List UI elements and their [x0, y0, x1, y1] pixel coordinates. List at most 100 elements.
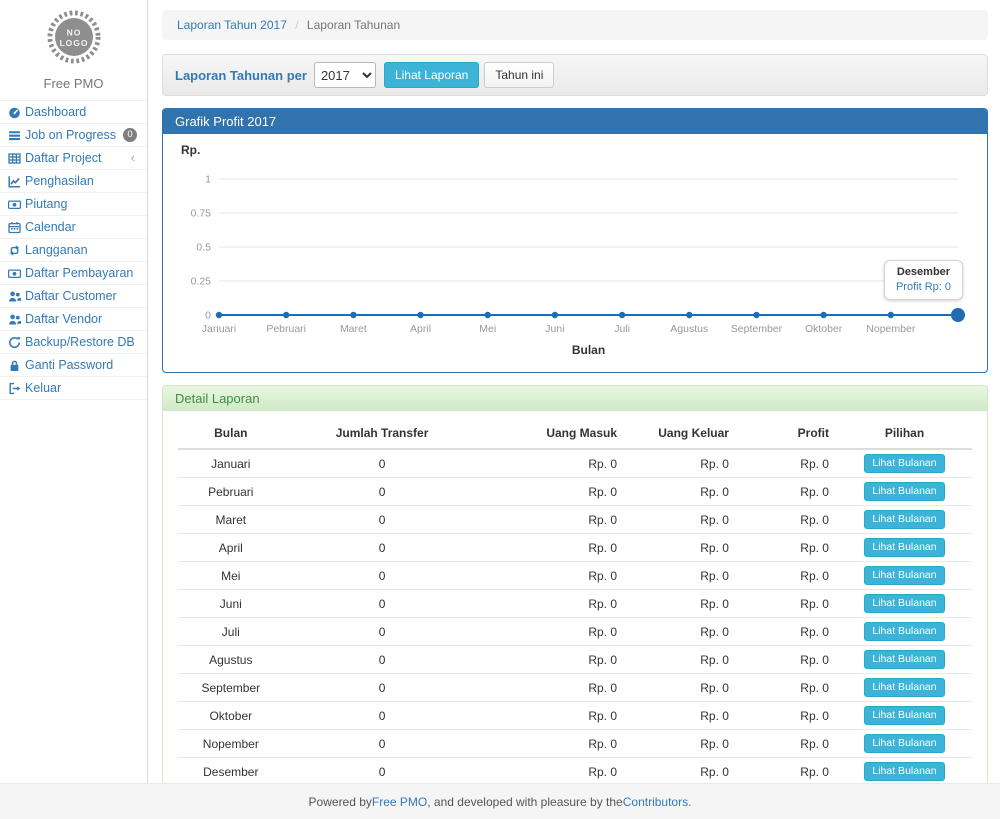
svg-text:Juni: Juni	[545, 323, 564, 335]
lihat-bulanan-button[interactable]: Lihat Bulanan	[864, 594, 944, 613]
footer: Powered by Free PMO , and developed with…	[0, 783, 1000, 819]
sidebar-item-daftar-vendor[interactable]: Daftar Vendor	[0, 308, 147, 331]
cell-uang_keluar: Rp. 0	[625, 506, 737, 534]
lihat-bulanan-button[interactable]: Lihat Bulanan	[864, 622, 944, 641]
main-layout: NOLOGO Free PMO DashboardJob on Progress…	[0, 0, 1000, 783]
footer-contributors-link[interactable]: Contributors.	[623, 795, 692, 809]
lihat-bulanan-button[interactable]: Lihat Bulanan	[864, 510, 944, 529]
sidebar-item-langganan[interactable]: Langganan	[0, 239, 147, 262]
dashboard-icon	[8, 106, 25, 119]
breadcrumb-link[interactable]: Laporan Tahun 2017	[177, 18, 287, 32]
svg-text:1: 1	[205, 174, 211, 186]
cell-bulan: September	[178, 674, 284, 702]
lihat-laporan-button[interactable]: Lihat Laporan	[384, 62, 479, 88]
cell-uang_keluar: Rp. 0	[625, 449, 737, 478]
cell-uang_masuk: Rp. 0	[481, 618, 626, 646]
cell-uang_keluar: Rp. 0	[625, 562, 737, 590]
svg-text:0.25: 0.25	[191, 276, 212, 288]
table-row: Juli0Rp. 0Rp. 0Rp. 0Lihat Bulanan	[178, 618, 972, 646]
sidebar-item-daftar-project[interactable]: Daftar Project‹	[0, 147, 147, 170]
cell-uang_keluar: Rp. 0	[625, 534, 737, 562]
retweet-icon	[8, 244, 25, 257]
sidebar-item-calendar[interactable]: Calendar	[0, 216, 147, 239]
lihat-bulanan-button[interactable]: Lihat Bulanan	[864, 706, 944, 725]
year-select[interactable]: 2017	[314, 62, 376, 88]
table-icon	[8, 152, 25, 165]
sidebar-item-label: Penghasilan	[25, 174, 141, 188]
page: NOLOGO Free PMO DashboardJob on Progress…	[0, 0, 1000, 819]
sidebar-item-label: Piutang	[25, 197, 141, 211]
sidebar-item-label: Daftar Pembayaran	[25, 266, 141, 280]
cell-profit: Rp. 0	[737, 506, 837, 534]
chart-panel-title: Grafik Profit 2017	[163, 109, 987, 134]
cell-pilihan: Lihat Bulanan	[837, 590, 972, 618]
lihat-bulanan-button[interactable]: Lihat Bulanan	[864, 454, 944, 473]
sidebar-item-label: Keluar	[25, 381, 141, 395]
cell-uang_masuk: Rp. 0	[481, 730, 626, 758]
svg-text:0.5: 0.5	[196, 242, 211, 254]
lihat-bulanan-button[interactable]: Lihat Bulanan	[864, 762, 944, 781]
cell-uang_masuk: Rp. 0	[481, 506, 626, 534]
svg-text:Rp.: Rp.	[181, 143, 200, 157]
cell-bulan: Oktober	[178, 702, 284, 730]
lihat-bulanan-button[interactable]: Lihat Bulanan	[864, 482, 944, 501]
svg-text:Juli: Juli	[614, 323, 630, 335]
lihat-bulanan-button[interactable]: Lihat Bulanan	[864, 566, 944, 585]
chart-tooltip: Desember Profit Rp: 0	[884, 260, 963, 300]
lock-icon	[8, 359, 25, 372]
lihat-bulanan-button[interactable]: Lihat Bulanan	[864, 650, 944, 669]
svg-text:Maret: Maret	[340, 323, 367, 335]
lihat-bulanan-button[interactable]: Lihat Bulanan	[864, 734, 944, 753]
users-icon	[8, 313, 25, 326]
cell-profit: Rp. 0	[737, 646, 837, 674]
sidebar-item-daftar-customer[interactable]: Daftar Customer	[0, 285, 147, 308]
svg-text:LOGO: LOGO	[59, 38, 88, 48]
sidebar-item-job-on-progress[interactable]: Job on Progress0	[0, 124, 147, 147]
tahun-ini-button[interactable]: Tahun ini	[484, 62, 554, 88]
sidebar-item-dashboard[interactable]: Dashboard	[0, 101, 147, 124]
no-logo-badge: NOLOGO	[45, 8, 103, 66]
cell-jumlah_transfer: 0	[284, 590, 481, 618]
table-row: Mei0Rp. 0Rp. 0Rp. 0Lihat Bulanan	[178, 562, 972, 590]
sidebar-item-backup-restore-db[interactable]: Backup/Restore DB	[0, 331, 147, 354]
cell-profit: Rp. 0	[737, 590, 837, 618]
svg-text:0: 0	[205, 310, 211, 322]
sidebar-item-piutang[interactable]: Piutang	[0, 193, 147, 216]
cell-jumlah_transfer: 0	[284, 758, 481, 786]
cell-profit: Rp. 0	[737, 478, 837, 506]
cell-uang_masuk: Rp. 0	[481, 758, 626, 786]
svg-text:Nopember: Nopember	[866, 323, 916, 335]
cell-jumlah_transfer: 0	[284, 534, 481, 562]
table-header-row: BulanJumlah TransferUang MasukUang Kelua…	[178, 417, 972, 449]
chevron-left-icon: ‹	[131, 153, 135, 163]
svg-text:Oktober: Oktober	[805, 323, 843, 335]
cell-uang_keluar: Rp. 0	[625, 618, 737, 646]
sidebar-item-penghasilan[interactable]: Penghasilan	[0, 170, 147, 193]
sidebar-item-label: Backup/Restore DB	[25, 335, 141, 349]
sidebar-item-ganti-password[interactable]: Ganti Password	[0, 354, 147, 377]
detail-laporan-panel: Detail Laporan BulanJumlah TransferUang …	[162, 385, 988, 819]
footer-brand-link[interactable]: Free PMO	[372, 795, 427, 809]
cell-uang_masuk: Rp. 0	[481, 646, 626, 674]
sidebar-item-daftar-pembayaran[interactable]: Daftar Pembayaran	[0, 262, 147, 285]
sidebar-item-label: Langganan	[25, 243, 141, 257]
lihat-bulanan-button[interactable]: Lihat Bulanan	[864, 678, 944, 697]
table-row: Januari0Rp. 0Rp. 0Rp. 0Lihat Bulanan	[178, 449, 972, 478]
sidebar-item-keluar[interactable]: Keluar	[0, 377, 147, 400]
cell-bulan: Agustus	[178, 646, 284, 674]
count-badge: 0	[123, 128, 137, 142]
refresh-icon	[8, 336, 25, 349]
cell-jumlah_transfer: 0	[284, 674, 481, 702]
cell-pilihan: Lihat Bulanan	[837, 702, 972, 730]
cell-uang_masuk: Rp. 0	[481, 702, 626, 730]
cell-bulan: Mei	[178, 562, 284, 590]
svg-text:0.75: 0.75	[191, 208, 212, 220]
cell-jumlah_transfer: 0	[284, 506, 481, 534]
cell-pilihan: Lihat Bulanan	[837, 674, 972, 702]
cell-uang_keluar: Rp. 0	[625, 758, 737, 786]
sidebar-item-label: Daftar Customer	[25, 289, 141, 303]
lihat-bulanan-button[interactable]: Lihat Bulanan	[864, 538, 944, 557]
cell-profit: Rp. 0	[737, 449, 837, 478]
svg-text:Pebruari: Pebruari	[266, 323, 306, 335]
cell-profit: Rp. 0	[737, 758, 837, 786]
